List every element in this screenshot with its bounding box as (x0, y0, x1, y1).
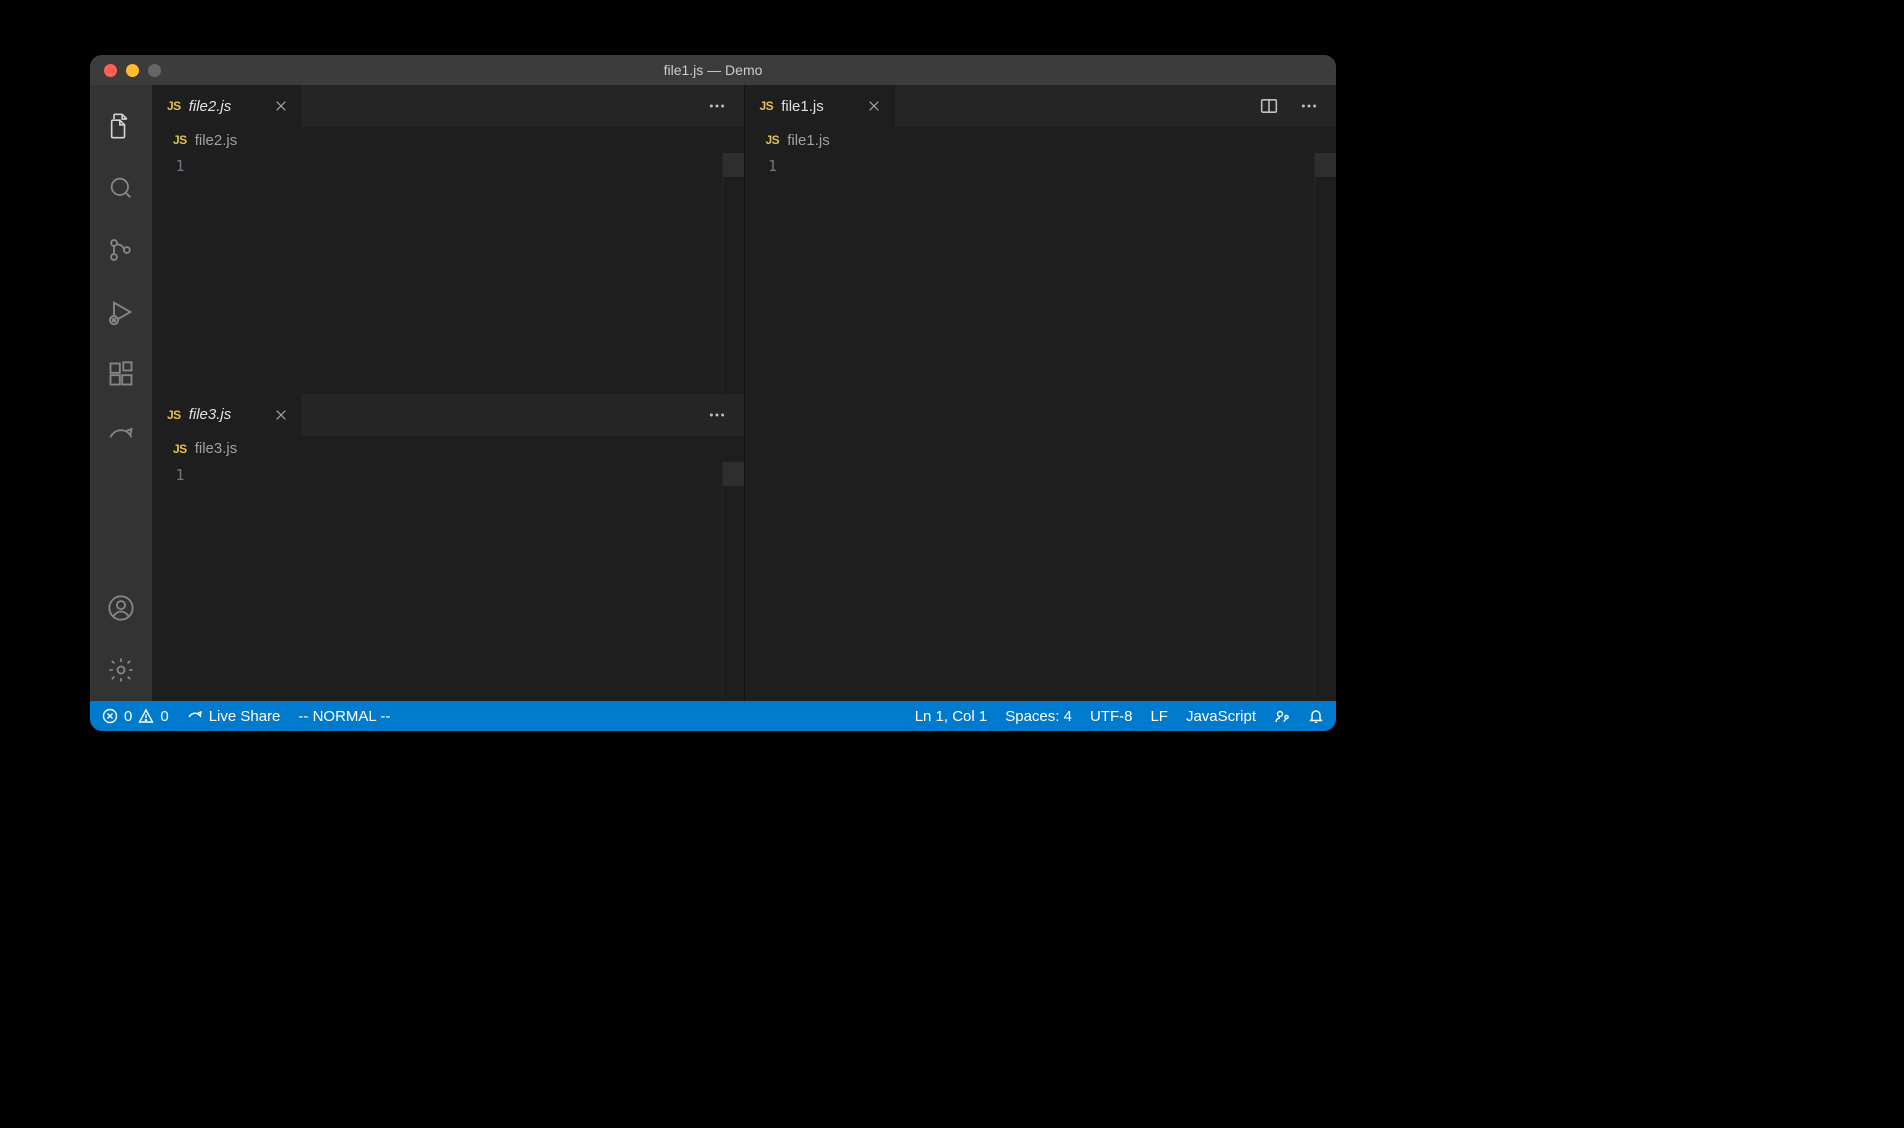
tab-actions (1256, 85, 1336, 127)
editor-group-left-top: JS file2.js JS (152, 85, 744, 393)
more-actions-icon[interactable] (1296, 93, 1322, 119)
breadcrumb[interactable]: JS file1.js (746, 127, 1337, 153)
minimap-slider[interactable] (1315, 153, 1336, 177)
minimap[interactable] (722, 462, 744, 702)
split-editor-icon[interactable] (1256, 93, 1282, 119)
minimize-window-button[interactable] (126, 64, 139, 77)
close-icon[interactable] (272, 406, 290, 424)
breadcrumb[interactable]: JS file2.js (153, 127, 744, 153)
window-title: file1.js — Demo (90, 62, 1336, 78)
error-icon (102, 708, 118, 724)
editor-group-right: JS file1.js (745, 85, 1337, 701)
status-vim-mode[interactable]: -- NORMAL -- (298, 708, 390, 725)
live-share-label: Live Share (209, 708, 281, 725)
line-gutter: 1 (153, 462, 207, 702)
minimap[interactable] (1314, 153, 1336, 701)
tab-file2[interactable]: JS file2.js (153, 85, 303, 127)
status-bell-icon[interactable] (1308, 708, 1324, 724)
vscode-window: file1.js — Demo (90, 55, 1336, 731)
minimap-slider[interactable] (723, 153, 744, 177)
titlebar[interactable]: file1.js — Demo (90, 55, 1336, 85)
tab-label: file3.js (189, 406, 232, 423)
search-icon[interactable] (90, 157, 152, 219)
line-gutter: 1 (746, 153, 800, 701)
js-file-icon: JS (766, 133, 780, 147)
explorer-icon[interactable] (90, 95, 152, 157)
line-gutter: 1 (153, 153, 207, 393)
live-share-icon[interactable] (90, 405, 152, 467)
warning-icon (138, 708, 154, 724)
source-control-icon[interactable] (90, 219, 152, 281)
tab-bar: JS file1.js (746, 85, 1337, 127)
tab-actions (704, 85, 744, 127)
fullscreen-window-button[interactable] (148, 64, 161, 77)
breadcrumb-text: file1.js (787, 132, 830, 149)
status-bar: 0 0 Live Share -- NORMAL -- Ln 1, Col 1 … (90, 701, 1336, 731)
account-icon[interactable] (90, 577, 152, 639)
js-file-icon: JS (173, 133, 187, 147)
editor-area: JS file2.js JS (152, 85, 1336, 701)
editor-content[interactable]: 1 (153, 153, 744, 393)
app-body: JS file2.js JS (90, 85, 1336, 701)
status-encoding[interactable]: UTF-8 (1090, 708, 1133, 725)
activity-bar (90, 85, 152, 701)
line-number: 1 (153, 157, 207, 175)
close-window-button[interactable] (104, 64, 117, 77)
js-file-icon: JS (167, 99, 181, 113)
tab-actions (704, 394, 744, 436)
status-feedback-icon[interactable] (1274, 708, 1290, 724)
traffic-lights (90, 64, 161, 77)
status-eol[interactable]: LF (1150, 708, 1168, 725)
js-file-icon: JS (760, 99, 774, 113)
gear-icon[interactable] (90, 639, 152, 701)
status-ln-col[interactable]: Ln 1, Col 1 (915, 708, 988, 725)
status-language[interactable]: JavaScript (1186, 708, 1256, 725)
tab-label: file1.js (781, 98, 824, 115)
status-live-share[interactable]: Live Share (187, 708, 281, 725)
vim-mode-label: -- NORMAL -- (298, 708, 390, 725)
minimap-slider[interactable] (723, 462, 744, 486)
minimap[interactable] (722, 153, 744, 393)
editor-group-left-bottom: JS file3.js JS (152, 393, 744, 702)
line-number: 1 (746, 157, 800, 175)
live-share-icon (187, 708, 203, 724)
breadcrumb-text: file3.js (195, 440, 238, 457)
close-icon[interactable] (272, 97, 290, 115)
tab-file3[interactable]: JS file3.js (153, 394, 303, 436)
status-problems[interactable]: 0 0 (102, 708, 169, 725)
more-actions-icon[interactable] (704, 93, 730, 119)
errors-count: 0 (124, 708, 132, 725)
run-debug-icon[interactable] (90, 281, 152, 343)
breadcrumb[interactable]: JS file3.js (153, 436, 744, 462)
editor-content[interactable]: 1 (153, 462, 744, 702)
tab-bar: JS file2.js (153, 85, 744, 127)
tab-file1[interactable]: JS file1.js (746, 85, 896, 127)
js-file-icon: JS (173, 442, 187, 456)
warnings-count: 0 (160, 708, 168, 725)
editor-content[interactable]: 1 (746, 153, 1337, 701)
more-actions-icon[interactable] (704, 402, 730, 428)
extensions-icon[interactable] (90, 343, 152, 405)
status-spaces[interactable]: Spaces: 4 (1005, 708, 1072, 725)
js-file-icon: JS (167, 408, 181, 422)
tab-label: file2.js (189, 98, 232, 115)
close-icon[interactable] (865, 97, 883, 115)
line-number: 1 (153, 466, 207, 484)
tab-bar: JS file3.js (153, 394, 744, 436)
breadcrumb-text: file2.js (195, 132, 238, 149)
